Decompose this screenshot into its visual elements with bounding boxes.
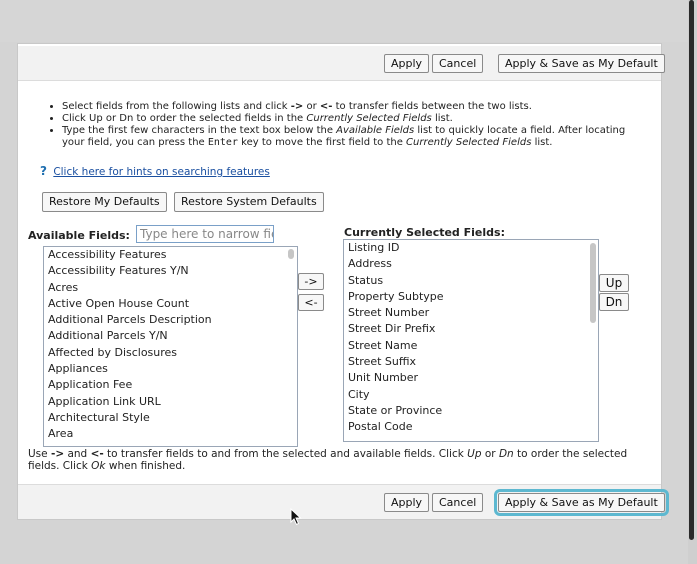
available-fields-list[interactable]: Accessibility Features Accessibility Fea…	[43, 246, 298, 447]
currently-selected-fields-label: Currently Selected Fields:	[344, 226, 505, 239]
mouse-pointer-icon	[290, 508, 302, 526]
window-scrollbar[interactable]	[689, 0, 694, 540]
list-item[interactable]: Listing ID	[344, 240, 598, 256]
cancel-button-bottom[interactable]: Cancel	[432, 493, 484, 512]
apply-save-default-button-top[interactable]: Apply & Save as My Default	[498, 54, 665, 73]
list-item[interactable]: Application Link URL	[44, 394, 297, 410]
footer-instructions: Use -> and <- to transfer fields to and …	[28, 448, 628, 472]
top-button-bar: Apply Cancel Apply & Save as My Default	[18, 46, 665, 81]
search-hints-link[interactable]: ? Click here for hints on searching feat…	[40, 164, 270, 178]
search-hints-link-text[interactable]: Click here for hints on searching featur…	[53, 166, 270, 178]
list-item[interactable]: Accessibility Features	[44, 247, 297, 263]
selected-fields-list[interactable]: Listing ID Address Status Property Subty…	[343, 239, 599, 442]
list-item[interactable]: State or Province	[344, 403, 598, 419]
available-list-scrollbar[interactable]	[288, 249, 294, 259]
list-item[interactable]: Application Fee	[44, 377, 297, 393]
window-top-bar	[0, 0, 697, 42]
available-fields-filter-input[interactable]: Type here to narrow fielc	[136, 225, 274, 243]
available-fields-label: Available Fields:	[28, 229, 130, 242]
bottom-button-bar: Apply Cancel Apply & Save as My Default	[18, 484, 669, 519]
list-item[interactable]: Street Number	[344, 305, 598, 321]
apply-button-bottom[interactable]: Apply	[384, 493, 430, 512]
list-item[interactable]: Property Subtype	[344, 289, 598, 305]
restore-my-defaults-button[interactable]: Restore My Defaults	[42, 192, 167, 212]
apply-button-top[interactable]: Apply	[384, 54, 430, 73]
list-item[interactable]: Address	[344, 256, 598, 272]
instruction-order: Click Up or Dn to order the selected fie…	[62, 113, 650, 125]
list-item[interactable]: Additional Parcels Description	[44, 312, 297, 328]
apply-save-default-button-bottom[interactable]: Apply & Save as My Default	[494, 489, 669, 516]
move-left-button[interactable]: <-	[298, 294, 324, 311]
move-down-button[interactable]: Dn	[599, 293, 629, 311]
list-item[interactable]: Architectural Style	[44, 410, 297, 426]
cancel-button-top[interactable]: Cancel	[432, 54, 484, 73]
list-item[interactable]: Additional Parcels Y/N	[44, 328, 297, 344]
list-item[interactable]: Appliances	[44, 361, 297, 377]
move-right-button[interactable]: ->	[298, 273, 324, 290]
list-item[interactable]: City	[344, 387, 598, 403]
list-item[interactable]: Postal Code	[344, 419, 598, 435]
selected-list-scrollbar[interactable]	[590, 243, 596, 323]
restore-system-defaults-button[interactable]: Restore System Defaults	[174, 192, 324, 212]
list-item[interactable]: Area	[44, 426, 297, 442]
list-item[interactable]: Street Dir Prefix	[344, 321, 598, 337]
list-item[interactable]: Active Open House Count	[44, 296, 297, 312]
field-selection-dialog: Apply Cancel Apply & Save as My Default …	[17, 43, 669, 520]
instruction-transfer: Select fields from the following lists a…	[62, 101, 650, 113]
list-item[interactable]: Street Name	[344, 338, 598, 354]
list-item[interactable]: Affected by Disclosures	[44, 345, 297, 361]
instructions: Select fields from the following lists a…	[40, 101, 650, 149]
list-item[interactable]: Accessibility Features Y/N	[44, 263, 297, 279]
list-item[interactable]: Acres	[44, 280, 297, 296]
window-edge	[688, 0, 697, 564]
instruction-filter: Type the first few characters in the tex…	[62, 125, 650, 149]
move-up-button[interactable]: Up	[599, 274, 629, 292]
help-icon: ?	[40, 164, 47, 178]
list-item[interactable]: Status	[344, 273, 598, 289]
list-item[interactable]: Unit Number	[344, 370, 598, 386]
list-item[interactable]: Street Suffix	[344, 354, 598, 370]
